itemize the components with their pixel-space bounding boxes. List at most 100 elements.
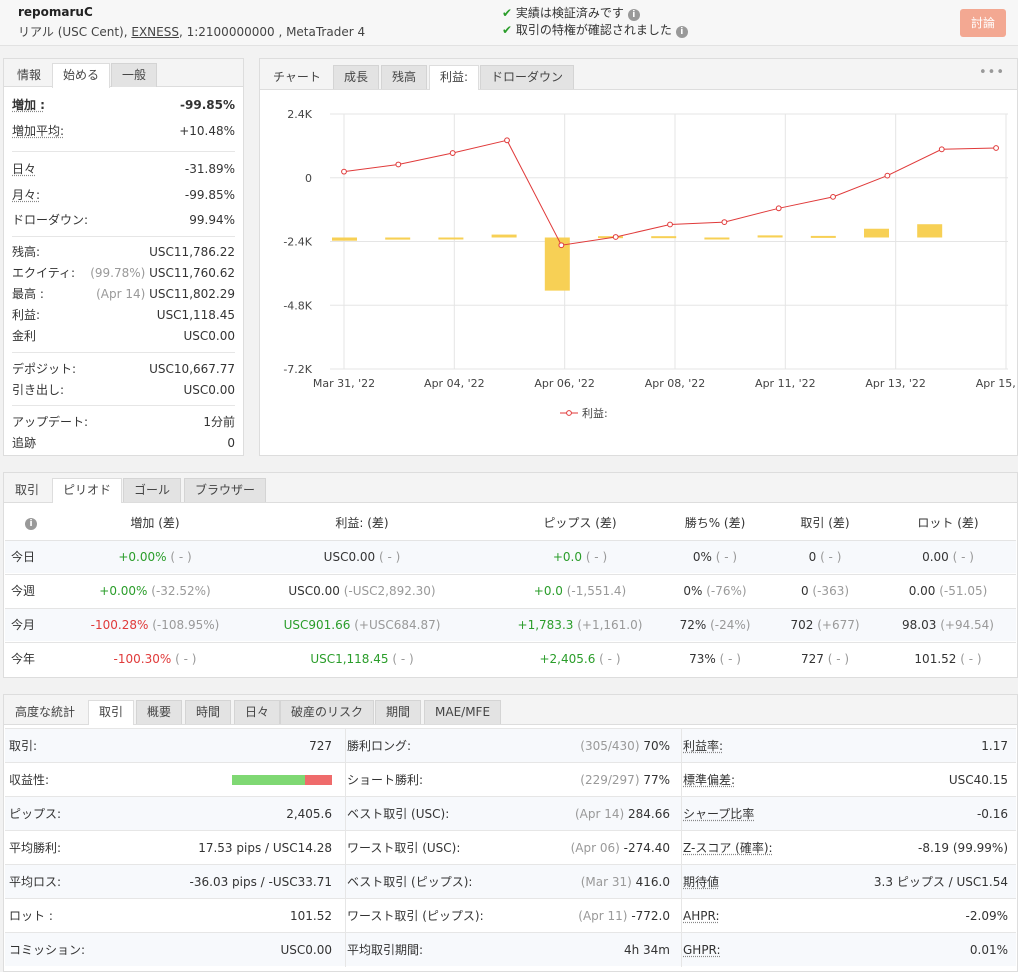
profit-point bbox=[449, 150, 456, 156]
profit-point bbox=[612, 234, 619, 240]
profit-bar bbox=[491, 234, 517, 238]
profit-bar bbox=[438, 237, 464, 240]
updated-row: アップデート: 1分前 bbox=[12, 411, 235, 433]
tab-chart[interactable]: チャート bbox=[262, 65, 332, 89]
period-diff: (-32.52%) bbox=[151, 584, 211, 598]
stats-row: 収益性: ショート勝利: (229/297) 77% 標準偏差: USC40.15 bbox=[5, 762, 1016, 797]
period-diff: ( - ) bbox=[175, 652, 197, 666]
profit-series-line bbox=[343, 139, 997, 246]
stat-label: 利益率: bbox=[683, 739, 724, 753]
chart-tab-bar: チャート 成長 残高 利益: ドローダウン bbox=[260, 59, 1017, 90]
tab-period[interactable]: ピリオド bbox=[52, 478, 123, 503]
period-diff: (-108.95%) bbox=[152, 618, 220, 632]
daily-row: 日々 -31.89% bbox=[12, 158, 235, 180]
profit-point bbox=[830, 193, 836, 200]
period-cell-pips: +0.0 ( - ) bbox=[485, 541, 675, 574]
y-tick-label: -7.2K bbox=[283, 363, 312, 376]
stat-value-group: (Apr 14) 284.66 bbox=[575, 797, 670, 831]
period-diff: (-51.05) bbox=[939, 584, 988, 598]
period-panel: 取引 ピリオド ゴール ブラウザー i 増加 (差) 利益: (差) ピップス … bbox=[3, 472, 1018, 678]
stats-row: ロット : 101.52 ワースト取引 (ピップス): (Apr 11) -772.0… bbox=[5, 898, 1016, 933]
period-value: 72% bbox=[679, 618, 707, 632]
info-icon[interactable]: i bbox=[23, 507, 39, 540]
column-profit: 利益: (差) bbox=[335, 516, 389, 530]
period-value: 727 bbox=[800, 652, 824, 666]
info-icon[interactable]: i bbox=[675, 26, 688, 38]
column-pips: ピップス (差) bbox=[543, 516, 617, 530]
tab-summary[interactable]: 概要 bbox=[136, 700, 183, 724]
y-tick-label: -4.8K bbox=[283, 299, 312, 312]
tab-days[interactable]: 日々 bbox=[234, 700, 281, 724]
stat-label: Z-スコア (確率): bbox=[683, 841, 773, 855]
deposits-row: デポジット: USC10,667.77 bbox=[12, 358, 235, 380]
profit-point bbox=[938, 146, 945, 153]
x-tick-label: Apr 06, '22 bbox=[534, 377, 595, 390]
broker-link[interactable]: EXNESS bbox=[131, 25, 179, 39]
tab-trades[interactable]: 取引 bbox=[4, 478, 50, 502]
tab-duration[interactable]: 期間 bbox=[375, 700, 422, 724]
info-icon[interactable]: i bbox=[627, 9, 640, 21]
tab-drawdown[interactable]: ドローダウン bbox=[480, 65, 575, 89]
column-win-rate: 勝ち% (差) bbox=[684, 516, 746, 530]
period-value: 702 bbox=[790, 618, 814, 632]
stat-value: 3.3 ピップス / USC1.54 bbox=[873, 875, 1008, 889]
balance-value: USC11,786.22 bbox=[149, 245, 235, 259]
period-label: 今日 bbox=[11, 550, 36, 564]
tab-advanced-stats[interactable]: 高度な統計 bbox=[4, 700, 86, 724]
tab-goal[interactable]: ゴール bbox=[123, 478, 182, 502]
stat-value: 0.01% bbox=[969, 943, 1008, 957]
period-diff: (-76%) bbox=[706, 584, 747, 598]
stat-value: USC40.15 bbox=[948, 773, 1008, 787]
stat-label: 平均勝利: bbox=[9, 841, 62, 855]
profit-point bbox=[341, 168, 347, 175]
profit-point bbox=[667, 221, 673, 228]
period-cell-trades: 727 ( - ) bbox=[765, 643, 885, 676]
gain-row: 増加 : -99.85% bbox=[12, 94, 235, 116]
tab-hours[interactable]: 時間 bbox=[185, 700, 232, 724]
stats-tab-bar: 高度な統計 取引 概要 時間 日々 破産のリスク 期間 MAE/MFE bbox=[4, 695, 1017, 725]
tab-balance[interactable]: 残高 bbox=[381, 65, 428, 89]
tracking-label: 追跡 bbox=[12, 436, 37, 450]
updated-value: 1分前 bbox=[203, 415, 235, 429]
tab-stats-trades[interactable]: 取引 bbox=[88, 700, 135, 725]
period-value: +2,405.6 bbox=[539, 652, 596, 666]
equity-label: エクイティ: bbox=[12, 266, 76, 280]
period-value: 0.00 bbox=[922, 550, 949, 564]
tab-growth[interactable]: 成長 bbox=[333, 65, 380, 89]
daily-value: -31.89% bbox=[184, 162, 235, 176]
drawdown-row: ドローダウン: 99.94% bbox=[12, 209, 235, 231]
period-diff: (-USC2,892.30) bbox=[343, 584, 436, 598]
verified-trading-privileges: ✔ 取引の特権が確認されました i bbox=[502, 21, 688, 38]
discuss-button[interactable]: 討論 bbox=[960, 9, 1006, 37]
highest-row: 最高 : (Apr 14) USC11,802.29 bbox=[12, 283, 235, 305]
tab-info[interactable]: 情報 bbox=[6, 63, 52, 87]
stat-value: 727 bbox=[309, 739, 332, 753]
tab-start[interactable]: 始める bbox=[52, 63, 111, 88]
period-cell-pips: +0.0 (-1,551.4) bbox=[485, 575, 675, 608]
chart-menu-icon[interactable]: ••• bbox=[979, 65, 1005, 80]
monthly-label: 月々: bbox=[12, 188, 41, 202]
account-description: リアル (USC Cent), EXNESS, 1:2100000000 , M… bbox=[18, 23, 365, 40]
account-leverage: , 1:2100000000 , MetaTrader 4 bbox=[178, 25, 366, 39]
stat-label: ベスト取引 (ピップス): bbox=[345, 865, 472, 899]
period-row: 今日 +0.00% ( - ) USC0.00 ( - ) +0.0 ( - ) 0% … bbox=[5, 540, 1016, 573]
tab-browser[interactable]: ブラウザー bbox=[184, 478, 267, 502]
tab-risk-of-ruin[interactable]: 破産のリスク bbox=[280, 700, 375, 724]
profit-bar bbox=[864, 228, 889, 238]
period-cell-win: 0% (-76%) bbox=[660, 575, 770, 608]
period-label: 今年 bbox=[11, 652, 36, 666]
avg-gain-value: +10.48% bbox=[179, 124, 235, 138]
period-diff: ( - ) bbox=[379, 550, 401, 564]
stat-note: (Apr 06) bbox=[570, 841, 620, 855]
stat-value: 416.0 bbox=[635, 875, 670, 889]
tab-mae-mfe[interactable]: MAE/MFE bbox=[424, 700, 502, 724]
verified-text: 実績は検証済みです bbox=[515, 6, 624, 20]
profit-point bbox=[884, 172, 891, 179]
period-value: +0.00% bbox=[118, 550, 167, 564]
period-diff: (+USC684.87) bbox=[354, 618, 441, 632]
x-tick-label: Apr 13, '22 bbox=[865, 377, 926, 390]
deposits-label: デポジット: bbox=[12, 362, 77, 376]
x-tick-label: Apr 04, '22 bbox=[424, 377, 485, 390]
tab-general[interactable]: 一般 bbox=[111, 63, 158, 87]
tab-profit[interactable]: 利益: bbox=[429, 65, 480, 90]
